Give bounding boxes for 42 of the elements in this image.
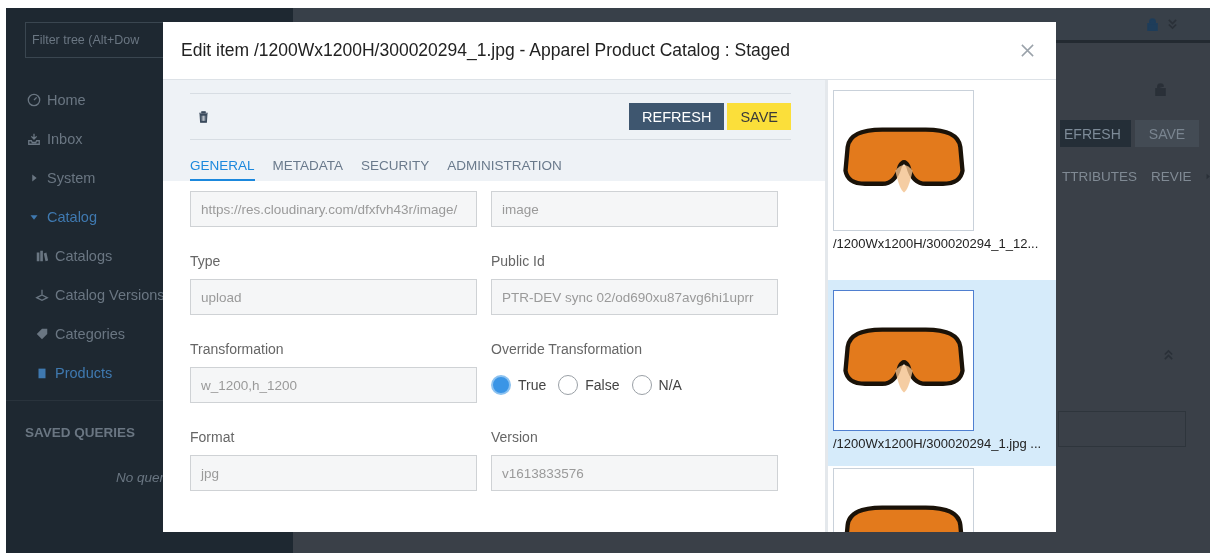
sidebar-item[interactable]: Inbox	[6, 119, 293, 158]
refresh-button[interactable]: REFRESH	[629, 103, 725, 130]
empty-message: No quer	[116, 470, 165, 485]
save-button[interactable]: SAVE	[1134, 120, 1200, 147]
tab[interactable]: REVIE	[1151, 169, 1192, 184]
lock-icon	[1147, 17, 1158, 31]
input-field[interactable]: PTR-DEV sync 02/od690xu87avg6hi1uprr	[491, 279, 778, 315]
thumbnail-item[interactable]: /1200Wx1200H/300020294_1_12...	[828, 88, 1056, 272]
thumbnail-caption: /1200Wx1200H/300020294_1.jpg ...	[833, 436, 1043, 451]
save-button[interactable]: SAVE	[727, 103, 791, 130]
field-label: Format	[190, 429, 236, 445]
field-label: Override Transformation	[491, 341, 643, 357]
inbox-icon	[27, 131, 41, 146]
close-icon[interactable]	[1020, 43, 1035, 58]
field-label: Public Id	[491, 253, 546, 269]
input-field[interactable]: w_1200,h_1200	[190, 367, 477, 403]
radio-option[interactable]: False	[558, 375, 620, 395]
input-field[interactable]: jpg	[190, 455, 477, 491]
tag-icon	[35, 326, 49, 341]
tab[interactable]: SECURITY	[361, 158, 430, 181]
input-field[interactable]: image	[491, 191, 778, 227]
thumbnail-caption: /1200Wx1200H/300020294_1_12...	[833, 236, 1040, 251]
radio-option[interactable]: N/A	[631, 375, 682, 395]
tab[interactable]: GENERAL	[190, 158, 255, 181]
radio-option[interactable]: True	[491, 375, 547, 395]
field-label: Transformation	[190, 341, 285, 357]
field-label: Version	[491, 429, 539, 445]
tab[interactable]: TTRIBUTES	[1062, 169, 1137, 184]
input-field[interactable]: upload	[190, 279, 477, 315]
trash-icon[interactable]	[198, 110, 209, 123]
refresh-button[interactable]: EFRESH	[1060, 120, 1131, 147]
saved-queries-heading: SAVED QUERIES	[25, 425, 136, 440]
gauge-icon	[27, 92, 41, 107]
tab[interactable]: METADATA	[272, 158, 344, 181]
field-label: Type	[190, 253, 222, 269]
thumbnail-item[interactable]: /1200Wx1200H/300020294_1.jpg ...	[828, 280, 1056, 466]
input-field[interactable]: https://res.cloudinary.com/dfxfvh43r/image/	[190, 191, 477, 227]
sidebar-item[interactable]: Home	[6, 80, 293, 119]
versions-icon	[35, 287, 49, 302]
input-field[interactable]: v1613833576	[491, 455, 778, 491]
tab[interactable]: ADMINISTRATION	[447, 158, 562, 181]
books-icon	[35, 248, 49, 263]
